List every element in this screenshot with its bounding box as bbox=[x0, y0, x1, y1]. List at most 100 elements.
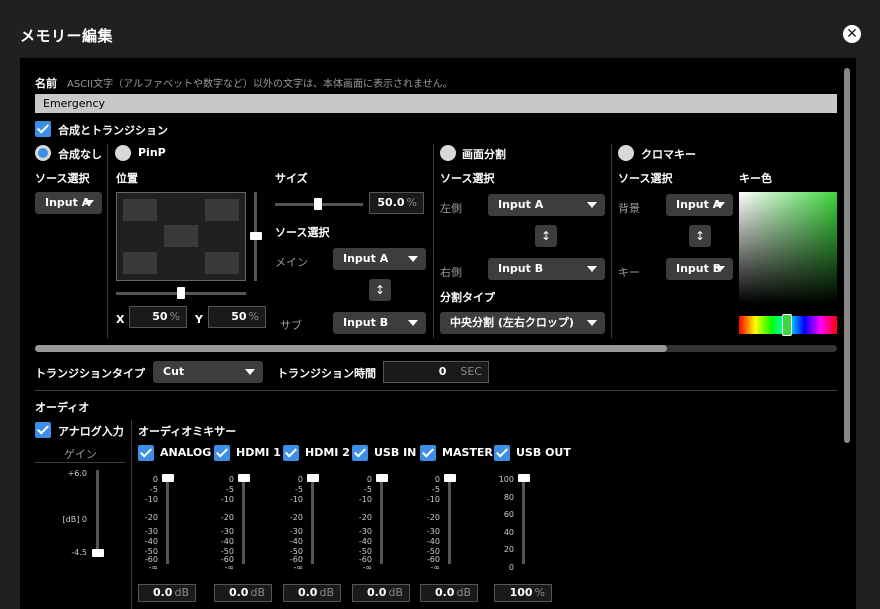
compose-label: 合成とトランジション bbox=[58, 124, 168, 137]
channel-value-input[interactable]: 0.0 dB bbox=[283, 584, 341, 602]
key-color-picker[interactable] bbox=[739, 192, 837, 304]
bg-label: 背景 bbox=[618, 202, 640, 215]
channel-scale-tick: -10 bbox=[289, 495, 303, 504]
channel-scale-tick: 20 bbox=[503, 545, 514, 555]
compose-checkbox[interactable] bbox=[35, 121, 51, 137]
channel-unit: dB bbox=[250, 586, 265, 599]
channel-fader-track[interactable] bbox=[380, 476, 383, 564]
gain-label: ゲイン bbox=[64, 448, 97, 461]
mode-radio-split[interactable] bbox=[440, 145, 456, 161]
channel-scale-tick: -40 bbox=[289, 537, 303, 546]
channel-label: MASTER bbox=[442, 446, 493, 459]
channel-value: 0.0 bbox=[366, 586, 387, 599]
horizontal-scrollbar[interactable] bbox=[35, 345, 837, 352]
size-label: サイズ bbox=[275, 172, 308, 185]
bg-source-select[interactable]: Input A bbox=[666, 194, 733, 216]
channel-checkbox[interactable] bbox=[494, 445, 510, 461]
channel-checkbox[interactable] bbox=[420, 445, 436, 461]
channel-scale-tick: -∞ bbox=[224, 563, 234, 572]
channel-scale-tick: -20 bbox=[358, 513, 372, 522]
y-input[interactable]: 50% bbox=[208, 306, 266, 328]
channel-value-input[interactable]: 0.0 dB bbox=[352, 584, 410, 602]
sub-label: サブ bbox=[280, 319, 302, 332]
channel-scale-tick: 0 bbox=[508, 563, 514, 572]
hue-slider-thumb[interactable] bbox=[782, 314, 792, 336]
horizontal-scrollbar-thumb[interactable] bbox=[35, 345, 667, 352]
mode-label-split: 画面分割 bbox=[462, 148, 506, 161]
right-source-select[interactable]: Input B bbox=[488, 258, 605, 280]
channel-checkbox[interactable] bbox=[283, 445, 299, 461]
name-label: 名前 bbox=[35, 77, 57, 90]
main-source-select[interactable]: Input A bbox=[333, 248, 426, 270]
channel-value-input[interactable]: 0.0 dB bbox=[138, 584, 196, 602]
divider bbox=[611, 144, 612, 338]
channel-checkbox[interactable] bbox=[138, 445, 154, 461]
x-slider-thumb[interactable] bbox=[177, 287, 185, 299]
channel-fader-track[interactable] bbox=[522, 476, 525, 564]
source-select[interactable]: Input A bbox=[35, 192, 102, 214]
size-input[interactable]: 50.0% bbox=[369, 192, 424, 214]
mode-radio-chroma[interactable] bbox=[618, 145, 634, 161]
channel-checkbox[interactable] bbox=[214, 445, 230, 461]
channel-checkbox[interactable] bbox=[352, 445, 368, 461]
channel-fader-thumb[interactable] bbox=[518, 474, 530, 482]
split-source-label: ソース選択 bbox=[440, 172, 495, 185]
name-input[interactable]: Emergency bbox=[35, 94, 837, 113]
close-icon[interactable]: ✕ bbox=[843, 25, 861, 43]
chevron-down-icon bbox=[245, 369, 255, 375]
channel-value: 0.0 bbox=[152, 586, 173, 599]
pinp-source-label: ソース選択 bbox=[275, 226, 330, 239]
channel-scale-tick: -20 bbox=[289, 513, 303, 522]
channel-scale-tick: -5 bbox=[364, 485, 372, 494]
channel-label: USB OUT bbox=[516, 446, 571, 459]
sub-source-select[interactable]: Input B bbox=[333, 312, 426, 334]
x-input[interactable]: 50% bbox=[129, 306, 187, 328]
x-label: X bbox=[116, 313, 125, 326]
swap-vertical-icon[interactable]: ↕ bbox=[535, 225, 557, 247]
channel-scale-tick: -∞ bbox=[148, 563, 158, 572]
key-source-select[interactable]: Input B bbox=[666, 258, 733, 280]
channel-label: HDMI 2 bbox=[305, 446, 350, 459]
key-label: キー bbox=[618, 266, 640, 279]
swap-vertical-icon[interactable]: ↕ bbox=[689, 225, 711, 247]
divider bbox=[433, 144, 434, 338]
y-slider-thumb[interactable] bbox=[250, 232, 262, 240]
channel-value-input[interactable]: 0.0 dB bbox=[214, 584, 272, 602]
channel-fader-track[interactable] bbox=[311, 476, 314, 564]
chevron-down-icon bbox=[587, 202, 597, 208]
channel-fader-track[interactable] bbox=[242, 476, 245, 564]
channel-value-input[interactable]: 0.0 dB bbox=[420, 584, 478, 602]
channel-scale-tick: -10 bbox=[358, 495, 372, 504]
transition-time-input[interactable]: 0 SEC bbox=[383, 361, 489, 383]
channel-unit: dB bbox=[319, 586, 334, 599]
swap-vertical-icon[interactable]: ↕ bbox=[369, 279, 391, 301]
mode-radio-none[interactable] bbox=[35, 145, 51, 161]
gain-slider-thumb[interactable] bbox=[92, 549, 104, 557]
position-preview[interactable] bbox=[116, 192, 246, 281]
divider bbox=[107, 144, 108, 338]
transition-type-select[interactable]: Cut bbox=[153, 361, 263, 383]
vertical-scrollbar[interactable] bbox=[844, 68, 850, 443]
channel-fader-track[interactable] bbox=[166, 476, 169, 564]
name-hint: ASCII文字（アルファベットや数字など）以外の文字は、本体画面に表示されません… bbox=[67, 79, 453, 90]
channel-fader-thumb[interactable] bbox=[444, 474, 456, 482]
left-source-select[interactable]: Input A bbox=[488, 194, 605, 216]
key-color-label: キー色 bbox=[739, 172, 772, 185]
size-slider-thumb[interactable] bbox=[314, 198, 322, 210]
channel-fader-track[interactable] bbox=[448, 476, 451, 564]
channel-fader-thumb[interactable] bbox=[307, 474, 319, 482]
channel-scale-tick: 0 bbox=[297, 475, 303, 484]
channel-value: 0.0 bbox=[434, 586, 455, 599]
channel-value-input[interactable]: 100% bbox=[494, 584, 552, 602]
channel-fader-thumb[interactable] bbox=[238, 474, 250, 482]
channel-fader-thumb[interactable] bbox=[376, 474, 388, 482]
channel-unit: % bbox=[534, 586, 545, 599]
gain-slider-track[interactable] bbox=[96, 470, 99, 556]
channel-scale-tick: -40 bbox=[144, 537, 158, 546]
analog-input-checkbox[interactable] bbox=[35, 422, 51, 438]
channel-scale-tick: -20 bbox=[220, 513, 234, 522]
mode-radio-pinp[interactable] bbox=[115, 145, 131, 161]
split-type-select[interactable]: 中央分割 (左右クロップ) bbox=[440, 312, 605, 334]
channel-scale-tick: -5 bbox=[150, 485, 158, 494]
channel-fader-thumb[interactable] bbox=[162, 474, 174, 482]
